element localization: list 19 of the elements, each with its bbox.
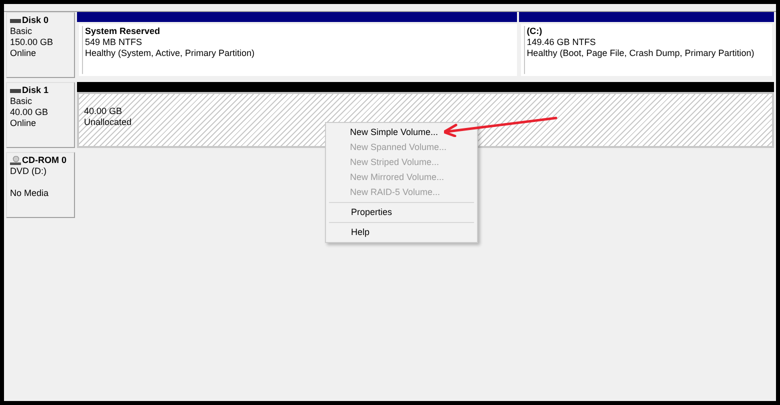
disk-detail: Basic	[10, 26, 34, 37]
disk-name: Disk 1	[22, 85, 49, 96]
partition-title: (C:)	[526, 26, 544, 37]
disk-detail: Online	[10, 118, 38, 129]
disk-name: Disk 0	[22, 15, 49, 26]
disk-detail: Basic	[10, 96, 34, 107]
partition-info: Healthy (System, Active, Primary Partition)	[85, 48, 256, 59]
partition-info: Healthy (Boot, Page File, Crash Dump, Primary Partition)	[526, 48, 756, 59]
partition-info: Unallocated	[84, 117, 133, 128]
disk-name: CD-ROM 0	[22, 155, 66, 166]
disk-detail: 150.00 GB	[10, 37, 54, 48]
disk-detail: No Media	[10, 188, 50, 199]
partition-info: 549 MB NTFS	[85, 37, 144, 48]
partition-title: System Reserved	[85, 26, 162, 37]
disk-detail: Online	[10, 48, 38, 59]
partition-info: 40.00 GB	[84, 106, 124, 117]
partition-info: 149.46 GB NTFS	[526, 37, 597, 48]
disk-detail: 40.00 GB	[10, 107, 50, 118]
disk-detail: DVD (D:)	[10, 166, 48, 177]
